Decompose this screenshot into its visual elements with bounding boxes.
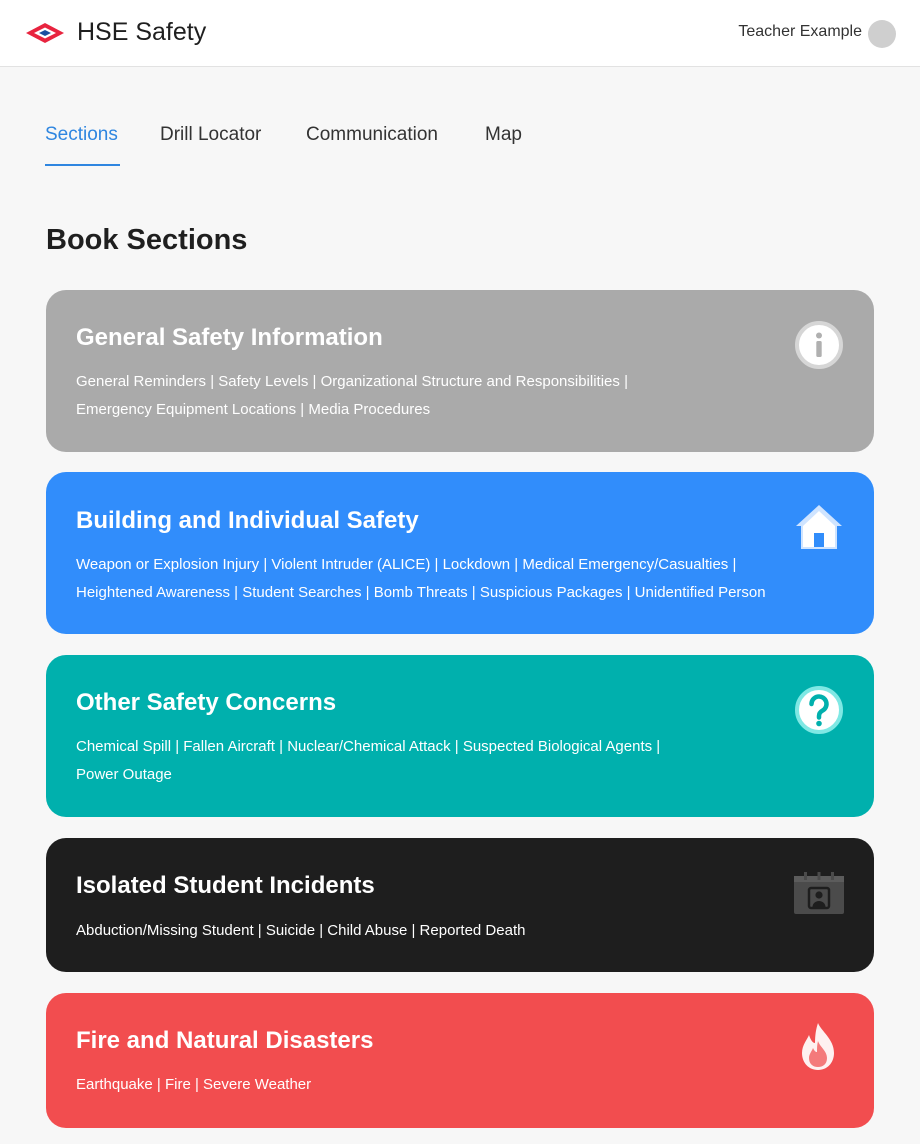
section-card-other-concerns[interactable]: Other Safety Concerns Chemical Spill | F…	[46, 655, 874, 817]
section-items: Weapon or Explosion Injury | Violent Int…	[76, 551, 776, 606]
section-items: Abduction/Missing Student | Suicide | Ch…	[76, 917, 776, 945]
section-card-fire-disasters[interactable]: Fire and Natural Disasters Earthquake | …	[46, 993, 874, 1128]
tab-communication[interactable]: Communication	[306, 124, 438, 146]
section-title: General Safety Information	[76, 324, 383, 351]
section-card-general-safety[interactable]: General Safety Information General Remin…	[46, 290, 874, 452]
tab-drill-locator[interactable]: Drill Locator	[160, 124, 261, 146]
section-items-line: Weapon or Explosion Injury | Violent Int…	[76, 556, 737, 573]
page-title: Book Sections	[46, 224, 248, 256]
section-title: Other Safety Concerns	[76, 689, 337, 716]
section-items-line: Heightened Awareness | Student Searches …	[76, 583, 766, 601]
avatar[interactable]	[868, 20, 896, 48]
section-items: Chemical Spill | Fallen Aircraft | Nucle…	[76, 733, 776, 788]
section-items-line: Chemical Spill | Fallen Aircraft | Nucle…	[76, 738, 661, 755]
user-name[interactable]: Teacher Example	[738, 23, 862, 41]
section-title: Fire and Natural Disasters	[76, 1027, 374, 1054]
id-card-icon	[794, 872, 844, 914]
section-items-line: Earthquake | Fire | Severe Weather	[76, 1076, 312, 1093]
tab-sections[interactable]: Sections	[45, 124, 118, 146]
section-items: General Reminders | Safety Levels | Orga…	[76, 368, 776, 423]
top-bar: HSE Safety Teacher Example	[0, 0, 920, 67]
hse-logo-icon[interactable]	[26, 21, 64, 45]
section-items-line: General Reminders | Safety Levels | Orga…	[76, 373, 628, 390]
section-title: Building and Individual Safety	[76, 507, 419, 534]
question-icon	[795, 686, 843, 734]
active-tab-indicator	[45, 164, 120, 166]
section-title: Isolated Student Incidents	[76, 872, 375, 899]
section-items-line: Abduction/Missing Student | Suicide | Ch…	[76, 922, 526, 939]
home-icon	[796, 505, 842, 549]
section-card-isolated-incidents[interactable]: Isolated Student Incidents Abduction/Mis…	[46, 838, 874, 972]
tab-map[interactable]: Map	[485, 124, 522, 146]
fire-icon	[802, 1023, 834, 1070]
section-card-building-safety[interactable]: Building and Individual Safety Weapon or…	[46, 472, 874, 634]
section-items-line: Power Outage	[76, 765, 172, 783]
section-items-line: Emergency Equipment Locations | Media Pr…	[76, 400, 431, 418]
section-items: Earthquake | Fire | Severe Weather	[76, 1071, 776, 1099]
app-title: HSE Safety	[77, 18, 207, 46]
info-icon	[795, 321, 843, 369]
